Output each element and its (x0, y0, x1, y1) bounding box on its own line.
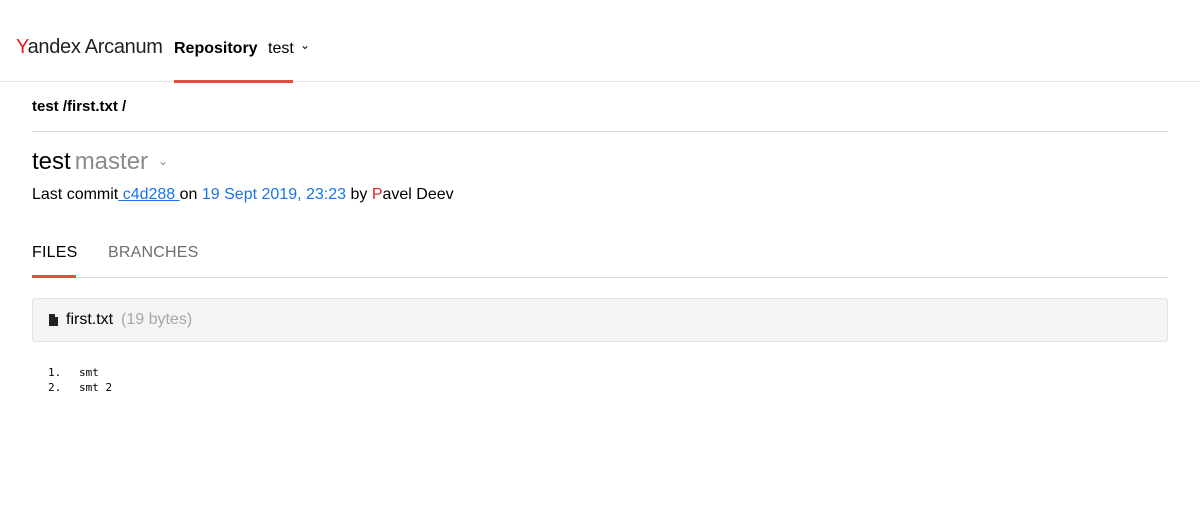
app-header: Yandex Arcanum Repository test ⌄ (0, 0, 1200, 83)
nav-repository-label: Repository (174, 40, 258, 57)
code-line: 2. smt 2 (48, 380, 112, 395)
tab-bar: FILES BRANCHES (32, 228, 1168, 278)
page-title: test master ⌄ (32, 148, 168, 176)
author-initial: P (371, 186, 383, 203)
active-tab-indicator (174, 80, 293, 83)
logo-letter-y: Y (16, 36, 28, 58)
file-header: first.txt (19 bytes) (32, 298, 1168, 342)
tab-files[interactable]: FILES (32, 244, 77, 262)
commit-by: by (346, 186, 372, 203)
active-tab-indicator (32, 275, 76, 278)
commit-prefix: Last commit (32, 186, 119, 203)
line-number: 1. (48, 366, 62, 379)
file-size: (19 bytes) (121, 311, 193, 328)
branch-selector[interactable]: master (75, 148, 148, 175)
divider (32, 131, 1168, 132)
line-number: 2. (48, 381, 62, 394)
commit-date-link[interactable]: 19 Sept 2019, 23:23 (202, 186, 346, 203)
line-text: smt 2 (79, 381, 113, 394)
code-line: 1. smt (48, 365, 112, 380)
breadcrumb-repo-link[interactable]: test (32, 98, 59, 115)
commit-on: on (179, 186, 202, 203)
breadcrumb-separator: / (122, 98, 127, 115)
commit-hash-link[interactable]: c4d288 (118, 186, 179, 203)
file-name: first.txt (66, 311, 114, 328)
logo-product: Arcanum (84, 36, 163, 58)
file-content: 1. smt 2. smt 2 (48, 365, 112, 395)
title-repo-name: test (32, 148, 71, 175)
logo-yandex: andex (27, 36, 81, 58)
chevron-down-icon[interactable]: ⌄ (300, 38, 310, 52)
commit-author: avel Deev (382, 186, 454, 203)
yandex-arcanum-logo[interactable]: Yandex Arcanum (16, 36, 163, 59)
tab-branches[interactable]: BRANCHES (108, 244, 199, 262)
nav-tab-repository[interactable]: Repository test ⌄ (174, 0, 310, 83)
file-icon (49, 314, 58, 326)
line-text: smt (79, 366, 99, 379)
chevron-down-icon[interactable]: ⌄ (158, 154, 168, 168)
breadcrumb: test /first.txt / (32, 98, 126, 115)
breadcrumb-file-link[interactable]: /first.txt (63, 98, 118, 115)
last-commit-info: Last commit c4d288 on 19 Sept 2019, 23:2… (32, 186, 454, 204)
repo-selector[interactable]: test (268, 40, 294, 58)
